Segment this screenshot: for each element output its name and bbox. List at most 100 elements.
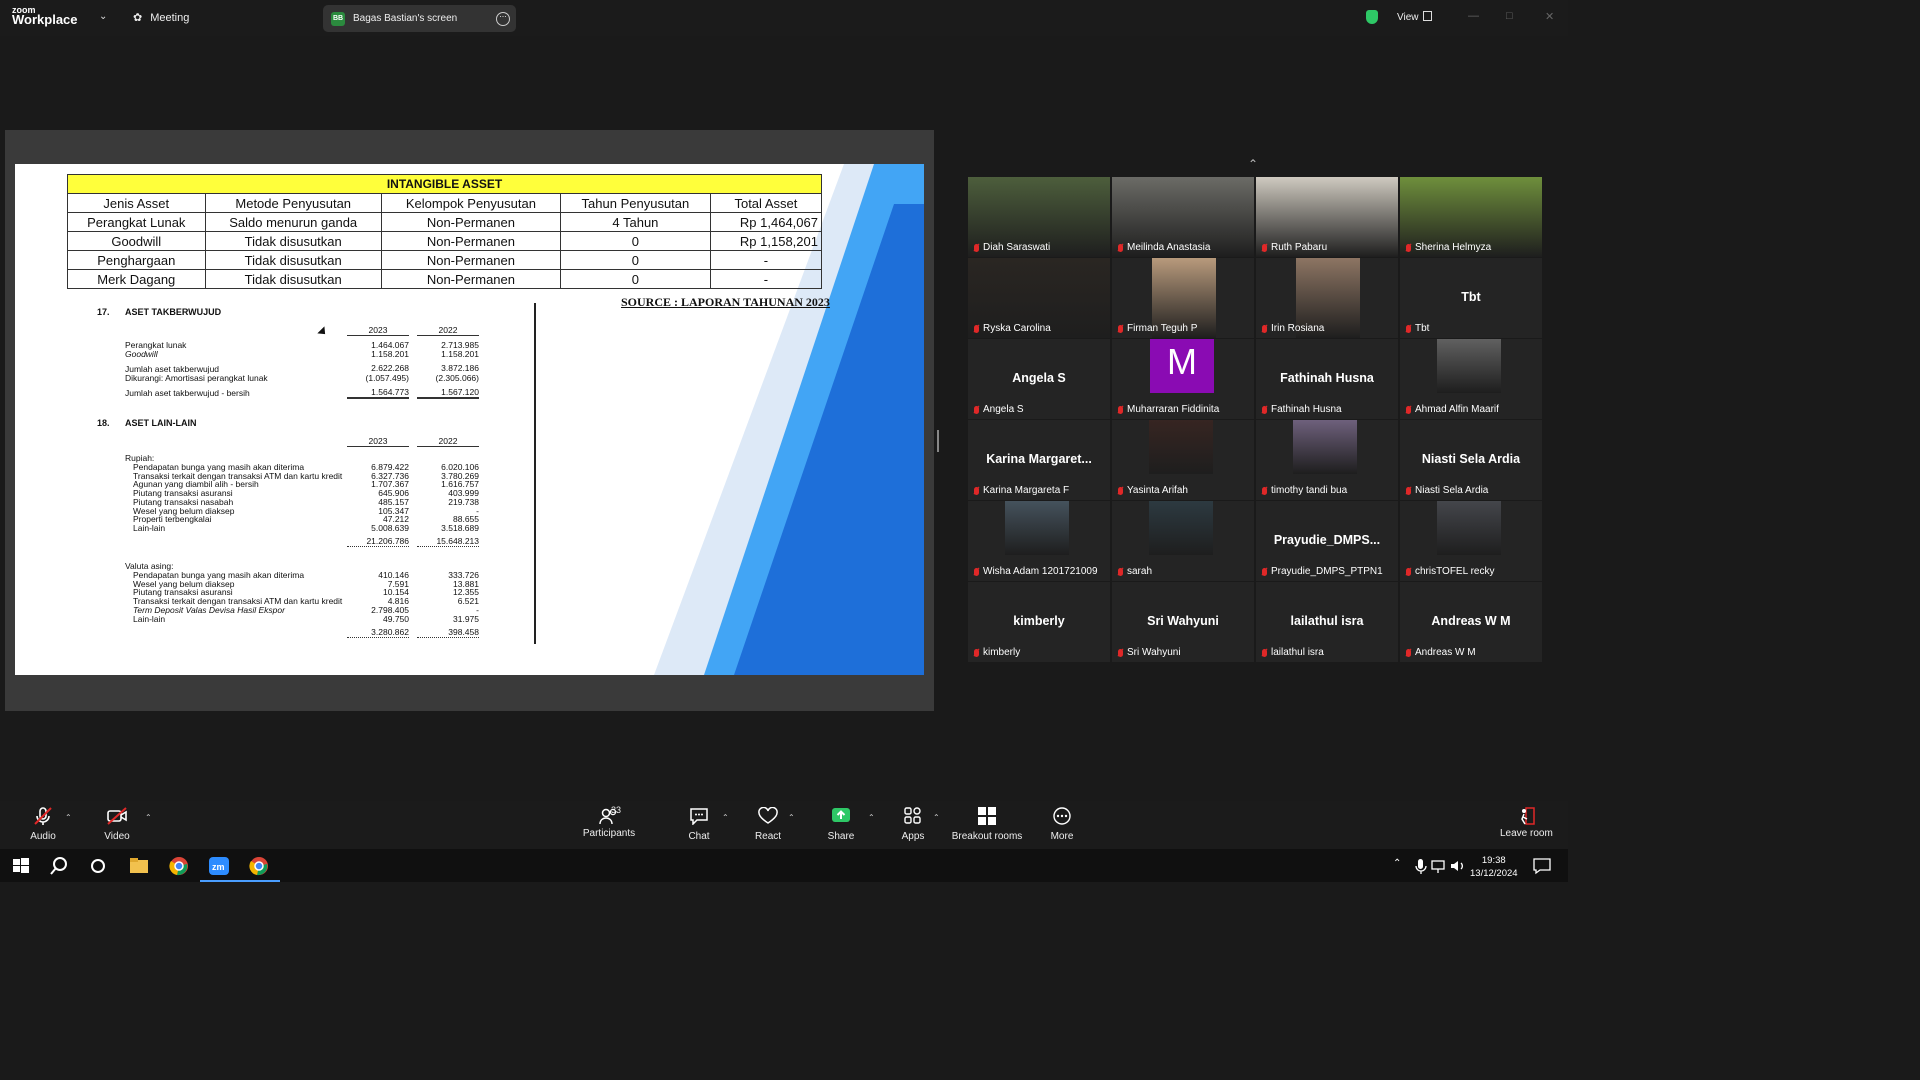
view-button[interactable]: View [1397,11,1432,23]
apps-options-icon[interactable]: ⌃ [933,813,940,822]
participants-button[interactable]: 33 Participants [580,805,638,839]
section-number: 18. [97,418,110,428]
apps-button[interactable]: Apps [898,807,928,842]
line-value: 31.975 [453,613,479,624]
notification-icon[interactable] [1531,855,1553,877]
participant-tile[interactable]: Tbt Tbt [1400,258,1542,338]
mic-muted-icon [1262,243,1267,252]
participant-tile[interactable]: Wisha Adam 1201721009 [968,501,1110,581]
shared-screen[interactable]: INTANGIBLE ASSET Jenis Asset Metode Peny… [5,130,934,711]
participant-tile[interactable]: Fathinah Husna Fathinah Husna [1256,339,1398,419]
chrome-icon-2[interactable] [248,855,270,877]
participant-name: kimberly [983,647,1021,658]
volume-icon[interactable] [1447,855,1469,877]
leave-room-button[interactable]: Leave room [1500,807,1553,839]
share-button[interactable]: Share [826,807,856,842]
participant-name-label: Angela S [974,404,1024,415]
more-options-icon[interactable]: ⋯ [496,12,510,26]
total-value: 398.458 [417,628,479,638]
windows-start-icon[interactable] [10,855,32,877]
participant-tile[interactable]: Firman Teguh P [1112,258,1254,338]
zoom-taskbar-icon[interactable]: zm [208,855,230,877]
maximize-icon[interactable]: □ [1506,10,1513,22]
system-clock[interactable]: 19:38 13/12/2024 [1470,854,1518,880]
more-button[interactable]: More [1047,807,1077,842]
chevron-up-icon[interactable]: ⌃ [1248,157,1258,171]
mic-muted-icon [1262,324,1267,333]
table-header: Kelompok Penyusutan [380,193,561,213]
table-cell: Non-Permanen [380,250,561,270]
source-caption: SOURCE : LAPORAN TAHUNAN 2023 [621,295,830,309]
participant-name-label: Niasti Sela Ardia [1406,485,1488,496]
video-options-icon[interactable]: ⌃ [145,813,152,822]
tray-expand-icon[interactable]: ⌃ [1393,858,1401,869]
resize-handle[interactable] [937,430,939,452]
participant-tile[interactable]: Irin Rosiana [1256,258,1398,338]
share-options-icon[interactable]: ⌃ [868,813,875,822]
participant-tile[interactable]: Prayudie_DMPS... Prayudie_DMPS_PTPN1 [1256,501,1398,581]
participant-display-name: lailathul isra [1290,614,1364,628]
participant-tile[interactable]: Karina Margaret... Karina Margareta F [968,420,1110,500]
participant-name-label: Fathinah Husna [1262,404,1342,415]
participant-tile[interactable]: timothy tandi bua [1256,420,1398,500]
minimize-icon[interactable]: — [1468,10,1479,22]
table-cell: - [709,250,823,270]
table-cell: - [709,269,823,289]
video-button[interactable]: Video [102,807,132,842]
audio-options-icon[interactable]: ⌃ [65,813,72,822]
participant-name-label: Diah Saraswati [974,242,1050,253]
participant-tile[interactable]: kimberly kimberly [968,582,1110,662]
audio-button[interactable]: Audio [28,807,58,842]
mic-muted-icon [1406,567,1411,576]
participant-tile[interactable]: chrisTOFEL recky [1400,501,1542,581]
line-label: Lain-lain [133,522,166,533]
participant-tile[interactable]: Ruth Pabaru [1256,177,1398,257]
cortana-icon[interactable] [87,855,109,877]
intangible-asset-table: INTANGIBLE ASSET Jenis Asset Metode Peny… [67,174,823,289]
participant-display-name: kimberly [1013,614,1065,628]
participant-tile[interactable]: M Muharraran Fiddinita [1112,339,1254,419]
participant-tile[interactable]: Diah Saraswati [968,177,1110,257]
section-title: ASET TAKBERWUJUD [125,307,222,317]
participant-name-label: Irin Rosiana [1262,323,1324,334]
react-options-icon[interactable]: ⌃ [788,813,795,822]
meeting-menu[interactable]: ✿ Meeting [133,11,189,25]
participant-name: Angela S [983,404,1024,415]
participant-tile[interactable]: Yasinta Arifah [1112,420,1254,500]
line-value: 49.750 [383,613,409,624]
participant-tile[interactable]: lailathul isra lailathul isra [1256,582,1398,662]
participant-tile[interactable]: Ahmad Alfin Maarif [1400,339,1542,419]
participant-name-label: Prayudie_DMPS_PTPN1 [1262,566,1383,577]
chat-options-icon[interactable]: ⌃ [722,813,729,822]
file-explorer-icon[interactable] [128,855,150,877]
participant-name-label: Ahmad Alfin Maarif [1406,404,1499,415]
participant-tile[interactable]: Angela S Angela S [968,339,1110,419]
participant-tile[interactable]: sarah [1112,501,1254,581]
close-icon[interactable]: ✕ [1545,10,1554,23]
screen-share-pill[interactable]: BB Bagas Bastian's screen ⋯ [323,5,516,32]
participant-tile[interactable]: Sri Wahyuni Sri Wahyuni [1112,582,1254,662]
participant-tile[interactable]: Meilinda Anastasia [1112,177,1254,257]
participant-name: Firman Teguh P [1127,323,1198,334]
participant-name: Ruth Pabaru [1271,242,1328,253]
mic-muted-icon [974,567,979,576]
participant-tile[interactable]: Ryska Carolina [968,258,1110,338]
participant-tile[interactable]: Niasti Sela Ardia Niasti Sela Ardia [1400,420,1542,500]
participants-icon: 33 [589,805,629,825]
table-cell: Non-Permanen [380,231,561,251]
table-cell: Rp 1,464,067 [709,212,823,232]
line-value: 1.158.201 [371,349,409,359]
chat-button[interactable]: Chat [684,807,714,842]
search-icon[interactable] [48,855,70,877]
participant-tile[interactable]: Andreas W M Andreas W M [1400,582,1542,662]
leave-room-label: Leave room [1500,828,1553,839]
chrome-icon[interactable] [168,855,190,877]
chevron-down-icon[interactable]: ⌄ [99,11,107,22]
participant-tile[interactable]: Sherina Helmyza [1400,177,1542,257]
breakout-rooms-button[interactable]: Breakout rooms [950,807,1024,842]
more-label: More [1050,831,1074,842]
shield-icon[interactable] [1366,10,1378,24]
participant-video [1005,501,1069,555]
react-button[interactable]: React [752,806,784,842]
clock-date: 13/12/2024 [1470,868,1518,879]
